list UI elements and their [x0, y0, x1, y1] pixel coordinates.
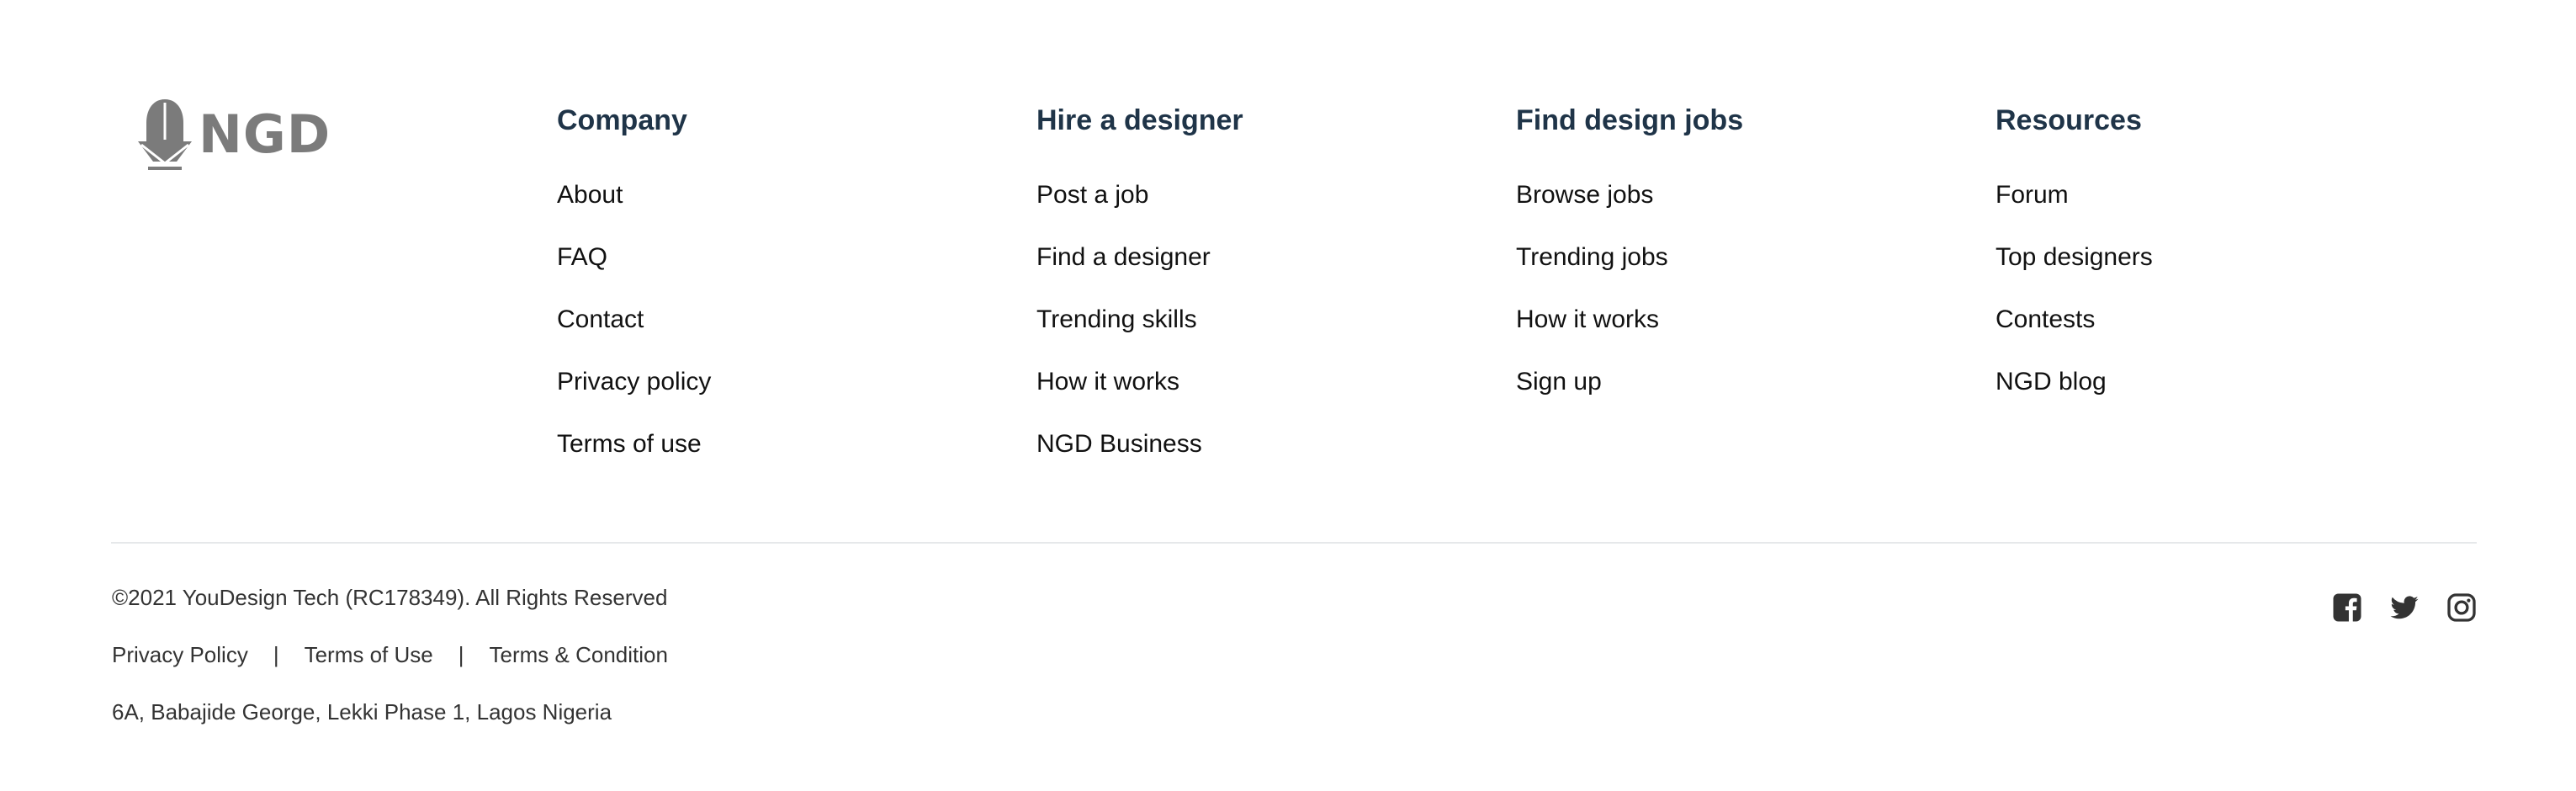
link-ngd-blog[interactable]: NGD blog	[1996, 368, 2107, 396]
column-title-find-design-jobs: Find design jobs	[1516, 104, 1744, 136]
footer-column-company: Company About FAQ Contact Privacy policy…	[557, 103, 711, 490]
facebook-link[interactable]	[2332, 592, 2362, 623]
link-about[interactable]: About	[557, 181, 623, 209]
legal-privacy-policy-link[interactable]: Privacy Policy	[112, 640, 248, 670]
hire-link-list: Post a job Find a designer Trending skil…	[1036, 178, 1243, 490]
link-find-a-designer[interactable]: Find a designer	[1036, 243, 1211, 271]
twitter-icon	[2390, 596, 2419, 619]
facebook-icon	[2333, 593, 2361, 622]
twitter-link[interactable]	[2389, 592, 2420, 623]
copyright-text: ©2021 YouDesign Tech (RC178349). All Rig…	[112, 585, 668, 610]
ngd-logo[interactable]: NGD	[135, 98, 331, 172]
company-link-list: About FAQ Contact Privacy policy Terms o…	[557, 178, 711, 490]
link-ngd-business[interactable]: NGD Business	[1036, 430, 1202, 458]
column-title-hire-a-designer: Hire a designer	[1036, 104, 1243, 136]
legal-separator: |	[273, 642, 279, 667]
instagram-icon	[2447, 593, 2476, 622]
footer-column-find-design-jobs: Find design jobs Browse jobs Trending jo…	[1516, 103, 1743, 427]
site-footer: NGD Company About FAQ Contact Privacy po…	[0, 0, 2576, 791]
link-trending-skills[interactable]: Trending skills	[1036, 305, 1197, 333]
link-post-a-job[interactable]: Post a job	[1036, 181, 1148, 209]
link-how-it-works-jobs[interactable]: How it works	[1516, 305, 1659, 333]
company-address: 6A, Babajide George, Lekki Phase 1, Lago…	[112, 699, 612, 725]
link-forum[interactable]: Forum	[1996, 181, 2069, 209]
link-sign-up[interactable]: Sign up	[1516, 368, 1602, 396]
link-faq[interactable]: FAQ	[557, 243, 607, 271]
link-terms-of-use[interactable]: Terms of use	[557, 430, 702, 458]
link-privacy-policy[interactable]: Privacy policy	[557, 368, 711, 396]
link-browse-jobs[interactable]: Browse jobs	[1516, 181, 1653, 209]
legal-terms-and-condition-link[interactable]: Terms & Condition	[490, 640, 668, 670]
link-top-designers[interactable]: Top designers	[1996, 243, 2153, 271]
footer-divider	[111, 542, 2477, 544]
legal-terms-of-use-link[interactable]: Terms of Use	[305, 640, 433, 670]
resources-link-list: Forum Top designers Contests NGD blog	[1996, 178, 2153, 427]
column-title-resources: Resources	[1996, 104, 2142, 136]
legal-separator: |	[458, 642, 464, 667]
link-contests[interactable]: Contests	[1996, 305, 2095, 333]
link-trending-jobs[interactable]: Trending jobs	[1516, 243, 1668, 271]
footer-column-hire-a-designer: Hire a designer Post a job Find a design…	[1036, 103, 1243, 490]
link-how-it-works-hire[interactable]: How it works	[1036, 368, 1179, 396]
social-links	[2332, 592, 2477, 623]
legal-links: Privacy Policy | Terms of Use | Terms & …	[112, 640, 668, 670]
ngd-logo-mark-icon	[138, 99, 192, 170]
column-title-company: Company	[557, 104, 687, 136]
jobs-link-list: Browse jobs Trending jobs How it works S…	[1516, 178, 1743, 427]
footer-column-resources: Resources Forum Top designers Contests N…	[1996, 103, 2153, 427]
link-contact[interactable]: Contact	[557, 305, 644, 333]
logo-text: NGD	[199, 104, 331, 165]
instagram-link[interactable]	[2446, 592, 2477, 623]
